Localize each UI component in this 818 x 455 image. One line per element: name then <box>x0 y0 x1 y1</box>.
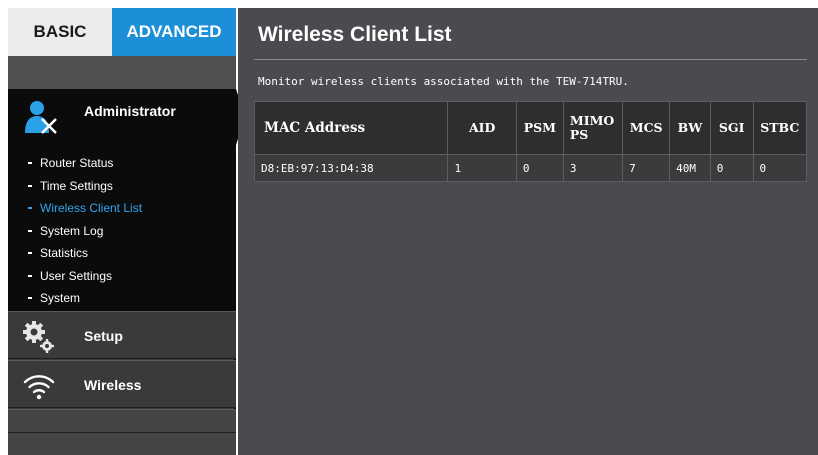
sidebar-item-label: Wireless Client List <box>40 201 143 216</box>
cell-sgi: 0 <box>709 154 754 182</box>
column-header-stbc: STBC <box>752 101 808 155</box>
sidebar-item-label: System Log <box>40 223 104 238</box>
sidebar: BASIC ADVANCED Administrator Router Stat… <box>8 8 245 455</box>
sidebar-item-label: User Settings <box>40 268 113 283</box>
sidebar-item-time-settings[interactable]: Time Settings <box>28 175 142 198</box>
administrator-section: Administrator Router Status Time Setting… <box>8 89 245 311</box>
column-header-psm: PSM <box>515 101 564 155</box>
column-header-bw: BW <box>669 101 711 155</box>
sidebar-item-label: Router Status <box>40 156 114 171</box>
divider <box>254 59 807 60</box>
tab-advanced[interactable]: ADVANCED <box>112 8 236 56</box>
bullet-icon <box>28 207 32 210</box>
cell-aid: 1 <box>447 154 517 182</box>
sidebar-section-wireless[interactable]: Wireless <box>8 360 236 408</box>
bullet-icon <box>28 184 32 187</box>
mode-tabs: BASIC ADVANCED <box>8 8 236 56</box>
sidebar-footer <box>8 409 236 455</box>
sidebar-item-label: Time Settings <box>40 178 113 193</box>
column-header-mimo-ps: MIMO PS <box>562 101 624 155</box>
sidebar-item-statistics[interactable]: Statistics <box>28 242 142 265</box>
main-content: Wireless Client List Monitor wireless cl… <box>238 8 818 455</box>
sidebar-item-system-log[interactable]: System Log <box>28 220 142 243</box>
bullet-icon <box>28 274 32 277</box>
table-header-row: MAC Address AID PSM MIMO PS MCS BW SGI S… <box>253 101 808 155</box>
sidebar-item-router-status[interactable]: Router Status <box>28 152 142 175</box>
administrator-menu: Router Status Time Settings Wireless Cli… <box>28 152 142 310</box>
bullet-icon <box>28 252 32 255</box>
column-header-aid: AID <box>447 101 517 155</box>
column-header-sgi: SGI <box>709 101 754 155</box>
bullet-icon <box>28 229 32 232</box>
cell-bw: 40M <box>669 154 711 182</box>
wifi-icon <box>23 375 55 400</box>
column-header-mac-address: MAC Address <box>253 101 449 155</box>
tab-basic[interactable]: BASIC <box>8 8 112 56</box>
sidebar-section-label: Setup <box>84 328 123 344</box>
cell-psm: 0 <box>515 154 564 182</box>
administrator-icon <box>25 101 57 134</box>
sidebar-section-setup[interactable]: Setup <box>8 311 236 359</box>
sidebar-item-label: System <box>40 291 81 306</box>
sidebar-spacer <box>8 56 236 89</box>
sidebar-item-label: Statistics <box>40 246 89 261</box>
sidebar-section-label: Wireless <box>84 377 142 393</box>
cell-mimo-ps: 3 <box>562 154 624 182</box>
gears-icon <box>23 321 54 353</box>
administrator-title: Administrator <box>84 103 176 119</box>
bullet-icon <box>28 297 32 300</box>
sidebar-item-wireless-client-list[interactable]: Wireless Client List <box>28 197 142 220</box>
cell-stbc: 0 <box>752 154 808 182</box>
page-title: Wireless Client List <box>258 23 452 46</box>
client-table: MAC Address AID PSM MIMO PS MCS BW SGI S… <box>253 101 808 182</box>
sidebar-item-system[interactable]: System <box>28 287 142 310</box>
bullet-icon <box>28 162 32 165</box>
cell-mcs: 7 <box>622 154 671 182</box>
cell-mac-address: D8:EB:97:13:D4:38 <box>253 154 449 182</box>
table-row: D8:EB:97:13:D4:38 1 0 3 7 40M 0 0 <box>253 154 808 182</box>
page-description: Monitor wireless clients associated with… <box>258 75 629 88</box>
divider <box>8 432 236 433</box>
sidebar-item-user-settings[interactable]: User Settings <box>28 265 142 288</box>
column-header-mcs: MCS <box>622 101 671 155</box>
administrator-header[interactable]: Administrator <box>8 89 236 145</box>
